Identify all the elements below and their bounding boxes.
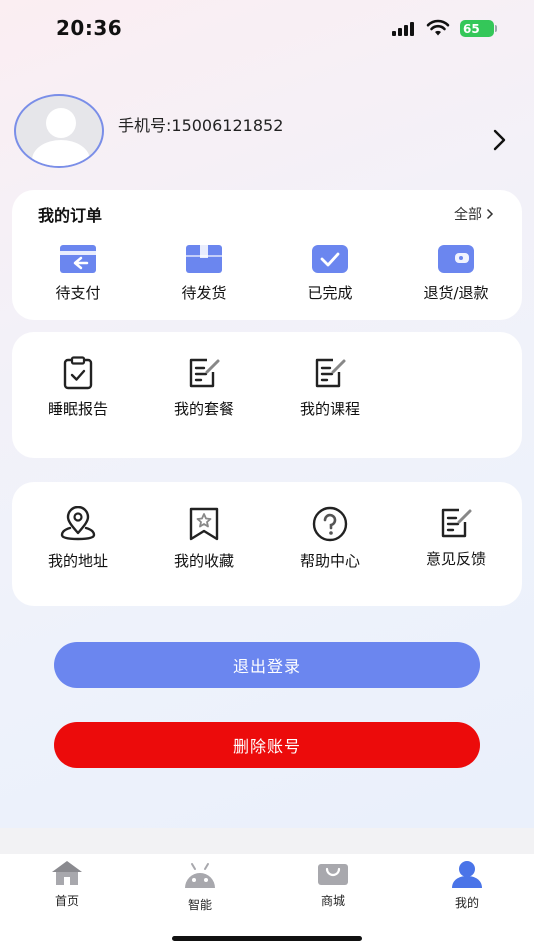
user-icon <box>452 861 482 888</box>
home-indicator <box>172 936 362 941</box>
bookmark-star-icon <box>189 507 219 541</box>
tab-smart-label: 智能 <box>187 898 212 912</box>
location-pin-icon <box>60 506 96 541</box>
tab-shop[interactable]: 商城 <box>298 860 368 909</box>
tools-card: 我的地址 我的收藏 帮助中心 意见反馈 <box>12 482 522 606</box>
tab-smart[interactable]: 智能 <box>165 860 235 913</box>
home-icon <box>52 861 82 885</box>
edit-note-icon <box>189 358 220 388</box>
service-sleep-report-label: 睡眠报告 <box>47 400 108 418</box>
service-sleep-report[interactable]: 睡眠报告 <box>16 356 140 419</box>
tool-my-address-label: 我的地址 <box>47 552 108 570</box>
tab-shop-label: 商城 <box>320 894 345 908</box>
check-box-icon <box>312 245 348 273</box>
clipboard-check-icon <box>63 356 93 390</box>
tool-feedback[interactable]: 意见反馈 <box>394 506 518 569</box>
tool-my-address[interactable]: 我的地址 <box>16 506 140 571</box>
status-time: 20:36 <box>56 16 123 40</box>
battery-level: 65 <box>463 21 480 36</box>
wallet-return-icon <box>60 245 96 273</box>
profile-header[interactable]: 手机号:15006121852 <box>14 94 520 174</box>
battery-cap <box>495 25 497 32</box>
order-pending-payment[interactable]: 待支付 <box>16 244 140 303</box>
tab-home-label: 首页 <box>54 894 79 908</box>
wifi-icon <box>426 19 450 36</box>
tab-mine-label: 我的 <box>454 896 479 910</box>
refund-wallet-icon <box>438 245 474 273</box>
order-pending-shipment[interactable]: 待发货 <box>142 244 266 303</box>
android-icon <box>185 863 215 888</box>
package-icon <box>186 245 222 273</box>
service-my-courses-label: 我的课程 <box>299 400 360 418</box>
edit-note-icon <box>315 358 346 388</box>
status-bar: 20:36 65 <box>0 0 534 56</box>
service-my-package[interactable]: 我的套餐 <box>142 356 266 419</box>
chevron-right-icon[interactable] <box>492 128 508 152</box>
order-completed-label: 已完成 <box>307 284 353 302</box>
order-refund-label: 退货/退款 <box>423 284 489 302</box>
orders-title: 我的订单 <box>38 206 103 225</box>
tool-my-favorites-label: 我的收藏 <box>173 552 234 570</box>
order-pending-shipment-label: 待发货 <box>181 284 227 302</box>
logout-button[interactable]: 退出登录 <box>54 642 480 688</box>
chevron-right-icon <box>486 208 494 220</box>
question-circle-icon <box>312 506 348 542</box>
tab-bar: 首页 智能 商城 我的 <box>0 828 534 950</box>
tool-feedback-label: 意见反馈 <box>425 550 486 568</box>
signal-icon <box>392 22 418 36</box>
tool-help-center[interactable]: 帮助中心 <box>268 506 392 571</box>
order-pending-payment-label: 待支付 <box>55 284 101 302</box>
orders-all-link[interactable]: 全部 <box>454 204 494 224</box>
shopping-bag-icon <box>318 864 348 885</box>
tool-my-favorites[interactable]: 我的收藏 <box>142 506 266 571</box>
service-my-package-label: 我的套餐 <box>173 400 234 418</box>
tab-home[interactable]: 首页 <box>32 860 102 909</box>
tab-mine[interactable]: 我的 <box>432 860 502 911</box>
avatar[interactable] <box>14 94 104 168</box>
edit-note-icon <box>441 508 472 538</box>
service-my-courses[interactable]: 我的课程 <box>268 356 392 419</box>
order-completed[interactable]: 已完成 <box>268 244 392 303</box>
tool-help-center-label: 帮助中心 <box>299 552 360 570</box>
phone-number: 手机号:15006121852 <box>118 116 284 135</box>
services-card: 睡眠报告 我的套餐 我的课程 <box>12 332 522 458</box>
delete-account-button[interactable]: 删除账号 <box>54 722 480 768</box>
battery-icon: 65 <box>460 20 494 37</box>
orders-all-label: 全部 <box>454 207 482 223</box>
orders-card: 我的订单 全部 待支付 待发货 已完成 退货/退款 <box>12 190 522 320</box>
order-refund[interactable]: 退货/退款 <box>394 244 518 303</box>
